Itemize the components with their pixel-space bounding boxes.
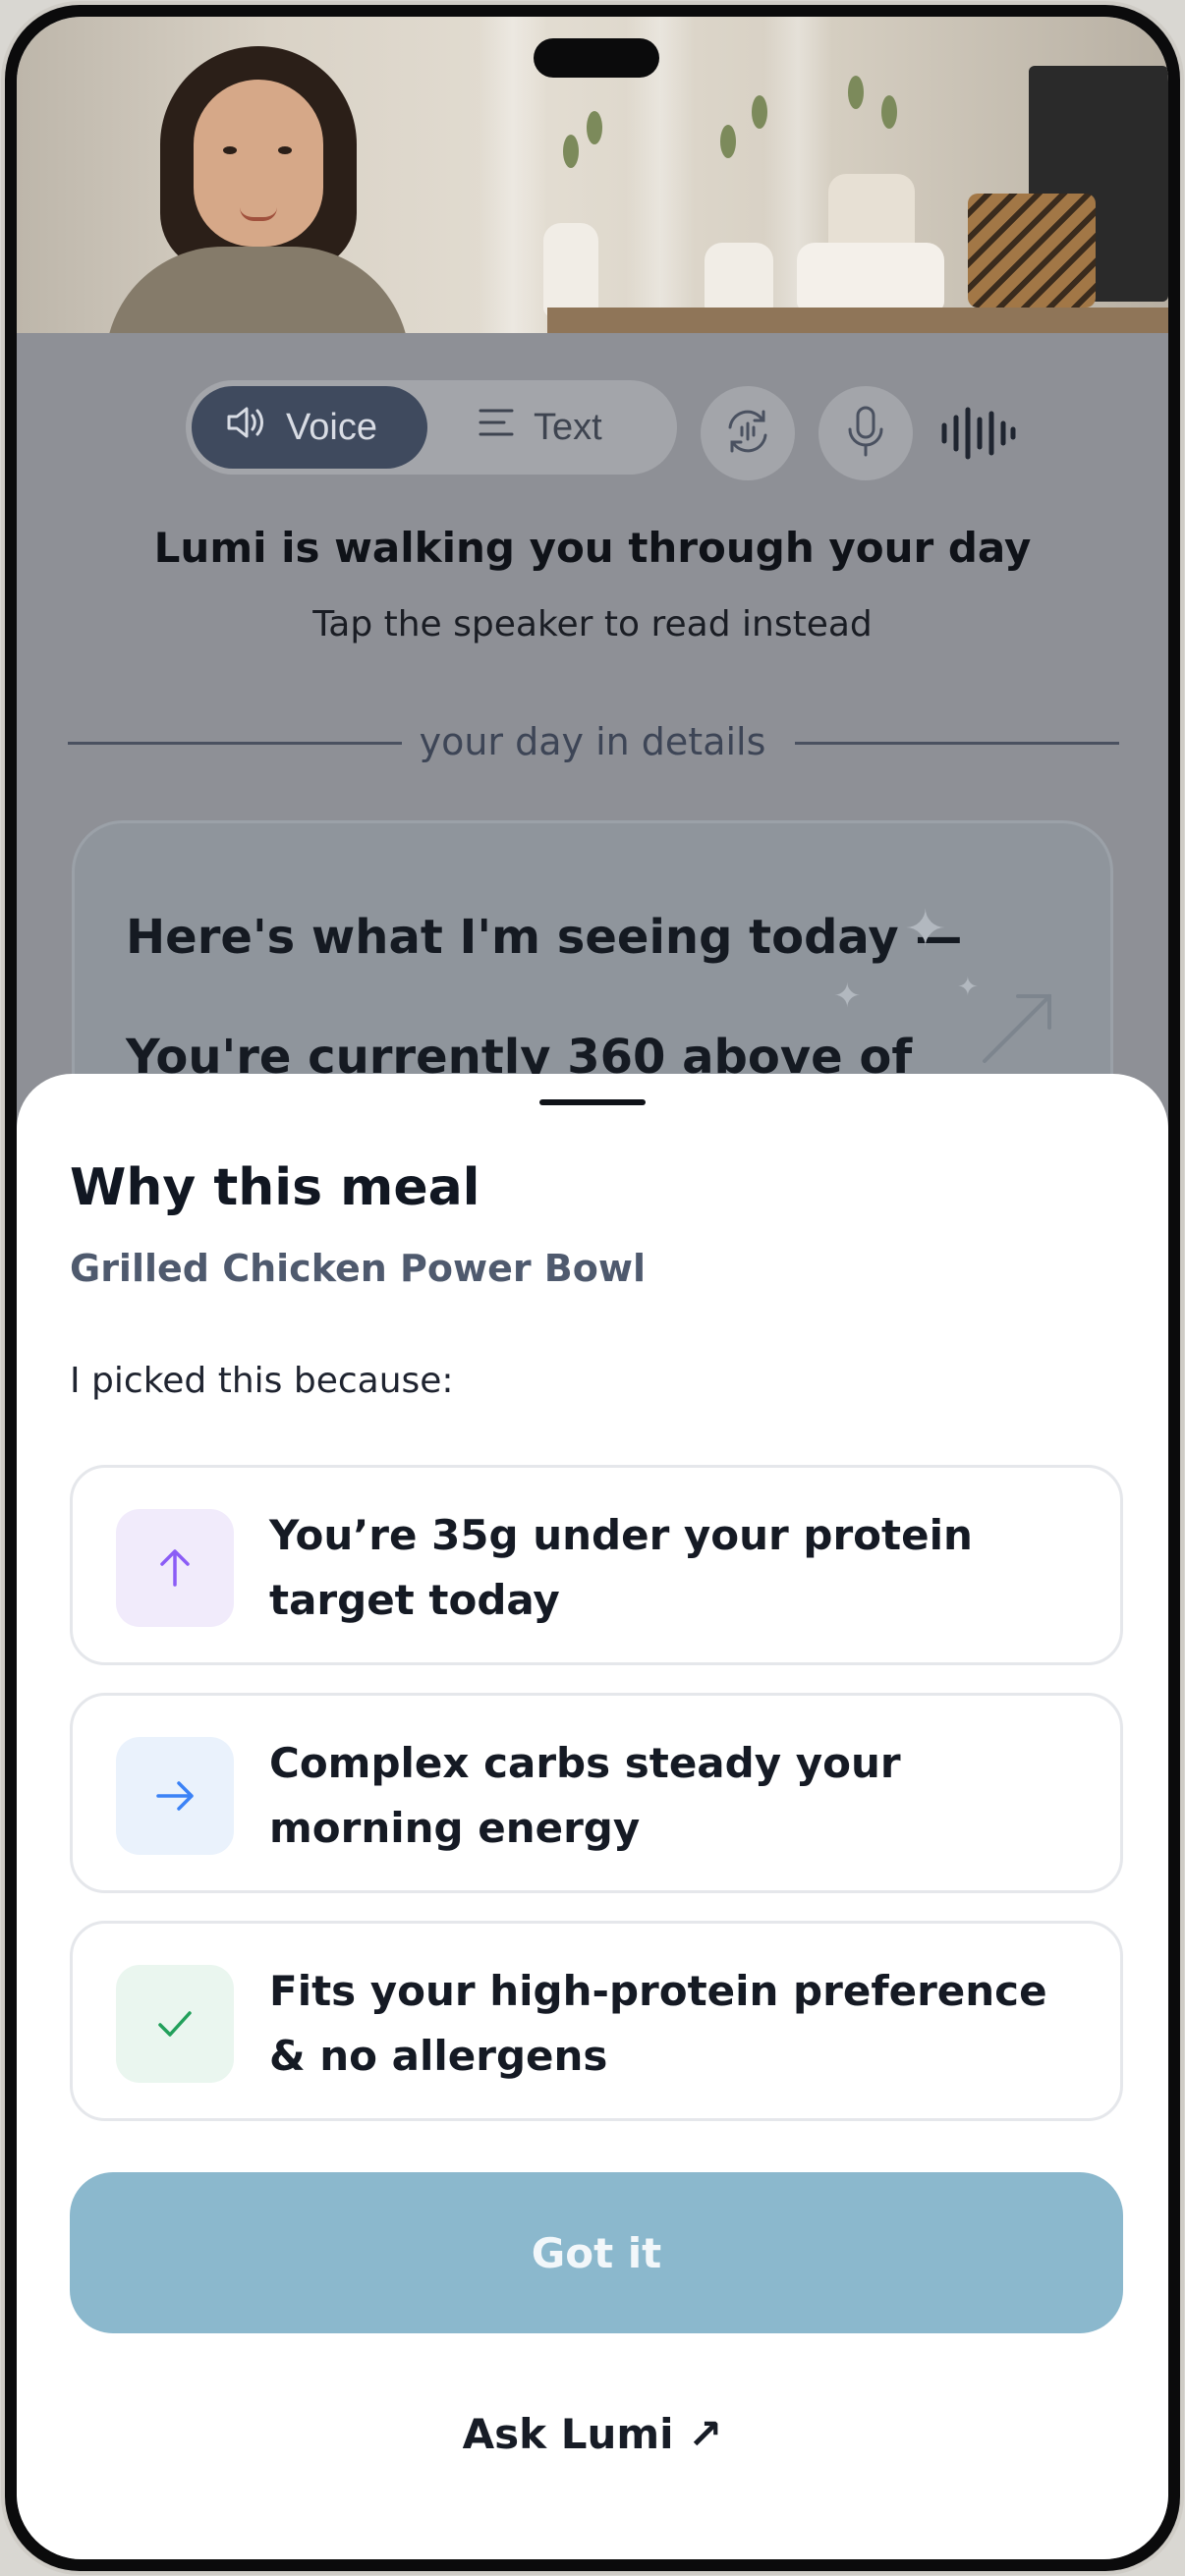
- plant-leaf: [848, 76, 864, 109]
- plant-leaf: [563, 135, 579, 168]
- reason-card-carbs: Complex carbs steady your morning energy: [70, 1693, 1123, 1893]
- text-mode-label: Text: [534, 406, 602, 448]
- narration-title: Lumi is walking you through your day: [153, 524, 1032, 572]
- sparkle-icon: ✦: [904, 900, 947, 959]
- vase: [828, 174, 915, 252]
- plant-leaf: [881, 95, 897, 129]
- microphone-button[interactable]: [818, 386, 913, 480]
- plant-leaf: [587, 111, 602, 144]
- replay-audio-button[interactable]: [701, 386, 795, 480]
- reason-card-protein: You’re 35g under your protein target tod…: [70, 1465, 1123, 1665]
- sparkle-icon: ✦: [833, 977, 862, 1016]
- sparkle-icon: ✦: [957, 973, 979, 1002]
- reasons-lead: I picked this because:: [70, 1361, 454, 1401]
- audio-waveform-icon: [938, 406, 1017, 461]
- why-this-meal-sheet: Why this meal Grilled Chicken Power Bowl…: [17, 1074, 1168, 2559]
- eye: [278, 146, 292, 154]
- dynamic-island: [534, 38, 659, 78]
- voice-mode-button[interactable]: Voice: [192, 386, 427, 469]
- trend-arrow-icon: [979, 988, 1057, 1071]
- arrow-right-icon: [116, 1737, 234, 1855]
- reason-text: Complex carbs steady your morning energy: [269, 1739, 901, 1852]
- check-icon: [116, 1965, 234, 2083]
- reason-card-preferences: Fits your high-protein preference & no a…: [70, 1921, 1123, 2121]
- shelf: [547, 308, 1168, 333]
- text-mode-button[interactable]: Text: [443, 386, 671, 469]
- narration-subtitle: Tap the speaker to read instead: [312, 604, 873, 644]
- face: [194, 80, 323, 247]
- microphone-icon: [841, 404, 890, 463]
- replay-icon: [718, 402, 777, 465]
- bowl: [797, 243, 944, 311]
- sheet-title: Why this meal: [70, 1158, 480, 1217]
- shirt: [105, 247, 410, 333]
- basket: [968, 194, 1096, 308]
- sheet-grabber[interactable]: [539, 1099, 646, 1105]
- app-screen: Voice Text Lumi is walking you through y…: [17, 17, 1168, 2559]
- vase: [705, 243, 773, 315]
- reason-text: You’re 35g under your protein target tod…: [269, 1511, 973, 1624]
- text-lines-icon: [477, 405, 516, 450]
- device-frame: Voice Text Lumi is walking you through y…: [5, 5, 1180, 2571]
- mode-toggle: Voice Text: [186, 380, 677, 475]
- speaker-icon: [225, 403, 268, 452]
- plant-leaf: [720, 125, 736, 158]
- ask-lumi-link[interactable]: Ask Lumi ↗: [17, 2410, 1168, 2458]
- arrow-up-icon: [116, 1509, 234, 1627]
- meal-name: Grilled Chicken Power Bowl: [70, 1247, 647, 1290]
- vase: [543, 223, 598, 317]
- voice-mode-label: Voice: [286, 406, 377, 448]
- eye: [223, 146, 237, 154]
- insight-line-1: Here's what I'm seeing today —: [126, 910, 963, 965]
- reason-text: Fits your high-protein preference & no a…: [269, 1967, 1047, 2080]
- coach-avatar: [95, 36, 420, 333]
- got-it-button[interactable]: Got it: [70, 2172, 1123, 2333]
- section-label: your day in details: [419, 720, 766, 763]
- plant-leaf: [752, 95, 767, 129]
